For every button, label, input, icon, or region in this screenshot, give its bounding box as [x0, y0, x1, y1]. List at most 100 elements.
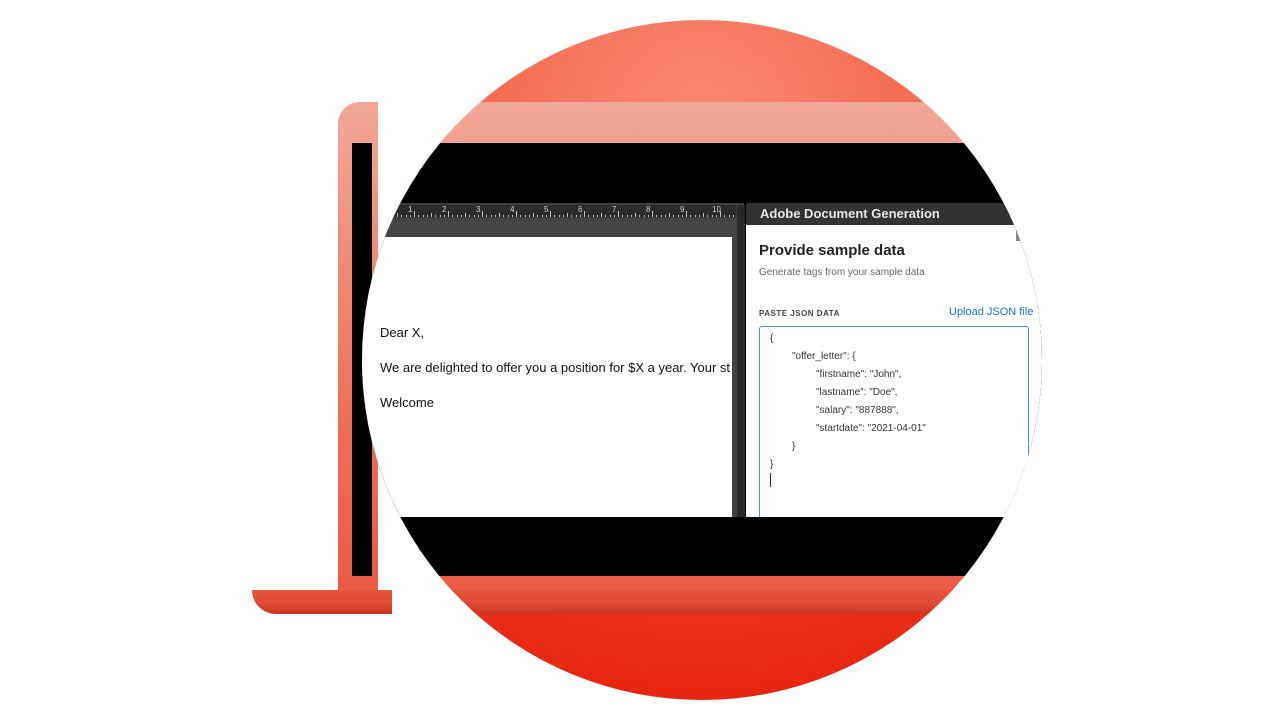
ruler-tick — [516, 211, 517, 217]
ruler-tick — [562, 215, 564, 217]
ruler-tick — [673, 215, 675, 217]
ruler-tick — [626, 215, 628, 217]
ruler-tick — [677, 215, 679, 217]
ruler-tick — [418, 215, 420, 217]
ruler-tick — [639, 215, 641, 217]
ruler-tick — [448, 211, 449, 217]
ruler-tick — [443, 215, 445, 217]
ruler-tick — [477, 215, 479, 217]
ruler-tick — [584, 211, 585, 217]
json-data-input[interactable]: { "offer_letter": { "firstname": "John",… — [759, 326, 1029, 528]
ruler-tick — [533, 213, 534, 217]
ruler-tick — [456, 215, 458, 217]
ruler-tick — [647, 215, 649, 217]
ruler-tick — [609, 215, 611, 217]
ruler-tick — [720, 211, 721, 217]
ruler-tick — [435, 215, 437, 217]
ruler-tick — [482, 211, 483, 217]
ruler-number: 1 — [408, 205, 413, 214]
ruler-tick — [694, 215, 696, 217]
laptop-base-left — [252, 590, 392, 614]
ruler-tick — [380, 211, 381, 217]
ruler-tick — [524, 215, 526, 217]
ruler-tick — [715, 215, 717, 217]
circle-clip: 1 2 3 4 5 6 7 8 9 10 Dear X, We are deli… — [362, 20, 1042, 700]
document-frame: Dear X, We are delighted to offer you a … — [362, 219, 742, 517]
ruler-tick — [669, 213, 670, 217]
ruler-tick — [473, 215, 475, 217]
ruler-tick — [465, 213, 466, 217]
ruler-tick — [554, 215, 556, 217]
ruler-tick — [528, 215, 530, 217]
upload-json-link[interactable]: Upload JSON file — [949, 306, 1033, 318]
ruler-tick — [664, 215, 666, 217]
laptop-screen: 1 2 3 4 5 6 7 8 9 10 Dear X, We are deli… — [362, 143, 1042, 576]
ruler-tick — [635, 213, 636, 217]
ruler-tick — [652, 211, 653, 217]
ruler-tick — [724, 215, 726, 217]
json-line: "startdate": "2021-04-01" — [816, 423, 926, 434]
ruler: 1 2 3 4 5 6 7 8 9 10 — [362, 203, 760, 219]
panel-body: Provide sample data Generate tags from y… — [746, 225, 1042, 528]
paste-json-label: PASTE JSON DATA — [759, 309, 840, 318]
ruler-tick — [431, 213, 432, 217]
document-line: Welcome — [380, 395, 434, 410]
ruler-tick — [707, 215, 709, 217]
document-line: Dear X, — [380, 325, 425, 340]
ruler-tick — [571, 215, 573, 217]
ruler-tick — [426, 215, 428, 217]
ruler-tick — [486, 215, 488, 217]
panel-header: Adobe Document Generation — [746, 203, 1042, 225]
ruler-tick — [601, 213, 602, 217]
ruler-tick — [579, 215, 581, 217]
ruler-tick — [622, 215, 624, 217]
panel-subtitle: Generate tags from your sample data — [759, 267, 925, 278]
json-line: { — [770, 333, 774, 344]
json-line: } — [770, 459, 774, 470]
ruler-tick — [686, 211, 687, 217]
ruler-tick — [409, 215, 411, 217]
ruler-tick — [490, 215, 492, 217]
ruler-number: 5 — [544, 205, 549, 214]
ruler-tick — [711, 215, 713, 217]
ruler-tick — [494, 215, 496, 217]
ruler-number: 2 — [442, 205, 447, 214]
ruler-tick — [660, 215, 662, 217]
screen-bottom-bar — [362, 517, 1042, 576]
ruler-tick — [397, 213, 398, 217]
ruler-tick — [558, 215, 560, 217]
json-line: "offer_letter": { — [792, 351, 856, 362]
document-page[interactable]: Dear X, We are delighted to offer you a … — [362, 237, 732, 517]
ruler-tick — [643, 215, 645, 217]
text-caret — [770, 473, 771, 487]
ruler-tick — [414, 211, 415, 217]
ruler-tick — [575, 215, 577, 217]
ruler-number: 8 — [646, 205, 651, 214]
ruler-tick — [384, 215, 386, 217]
ruler-tick — [588, 215, 590, 217]
ruler-tick — [537, 215, 539, 217]
ruler-tick — [698, 215, 700, 217]
ruler-tick — [630, 215, 632, 217]
ruler-number: 7 — [612, 205, 617, 214]
ruler-tick — [690, 215, 692, 217]
ruler-tick — [728, 215, 730, 217]
ruler-number: 3 — [476, 205, 481, 214]
ruler-tick — [550, 211, 551, 217]
json-line: } — [792, 441, 796, 452]
ruler-tick — [656, 215, 658, 217]
json-line: "firstname": "John", — [816, 369, 902, 380]
document-scrollbar[interactable] — [737, 205, 745, 517]
ruler-tick — [405, 215, 407, 217]
ruler-number: 4 — [510, 205, 515, 214]
ruler-tick — [605, 215, 607, 217]
panel-heading: Provide sample data — [759, 242, 905, 259]
ruler-tick — [439, 215, 441, 217]
ruler-tick — [503, 215, 505, 217]
ruler-tick — [452, 215, 454, 217]
document-line: We are delighted to offer you a position… — [380, 360, 731, 375]
ruler-tick — [545, 215, 547, 217]
ruler-tick — [507, 215, 509, 217]
ruler-tick — [499, 213, 500, 217]
ruler-number: 9 — [680, 205, 685, 214]
